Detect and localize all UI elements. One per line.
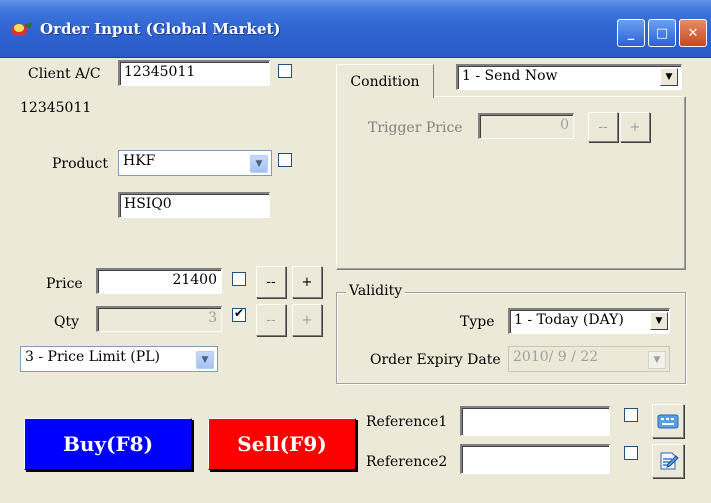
trigger-price-increment-button[interactable]: +	[620, 112, 650, 142]
price-checkbox[interactable]	[232, 272, 246, 286]
client-account-name: 12345011	[20, 100, 92, 116]
validity-type-label: Type	[460, 314, 495, 330]
condition-select[interactable]: 1 - Send Now	[456, 64, 682, 90]
keyboard-icon	[657, 414, 679, 429]
reference2-label: Reference2	[366, 454, 448, 470]
client-account-checkbox[interactable]	[278, 64, 292, 78]
product-code-input[interactable]: HSIQ0	[118, 192, 270, 218]
order-expiry-value: 2010/ 9 / 22	[513, 349, 599, 365]
trigger-price-label: Trigger Price	[368, 120, 463, 136]
price-label: Price	[46, 276, 83, 292]
tab-condition[interactable]: Condition	[336, 64, 434, 98]
tab-condition-label: Condition	[350, 73, 420, 90]
qty-checkbox[interactable]	[232, 306, 246, 322]
reference1-input[interactable]	[460, 406, 610, 436]
maximize-button[interactable]: □	[648, 19, 676, 47]
window-title: Order Input (Global Market)	[40, 20, 281, 38]
notes-button[interactable]	[652, 444, 684, 478]
app-icon	[11, 22, 32, 36]
order-expiry-label: Order Expiry Date	[370, 352, 501, 368]
minimize-icon: _	[627, 25, 635, 41]
validity-type-select[interactable]: 1 - Today (DAY)	[508, 308, 670, 334]
chevron-down-icon[interactable]: ▼	[650, 312, 668, 330]
chevron-down-icon[interactable]: ▼	[648, 351, 666, 369]
close-icon: ✕	[687, 25, 699, 41]
qty-label: Qty	[54, 314, 80, 330]
trigger-price-decrement-button[interactable]: --	[588, 112, 618, 142]
product-label: Product	[52, 156, 108, 172]
trigger-price-input[interactable]: 0	[478, 113, 574, 139]
validity-group-label: Validity	[346, 283, 406, 299]
product-checkbox[interactable]	[278, 153, 292, 167]
product-select-value: HKF	[123, 153, 156, 169]
qty-input[interactable]: 3	[96, 306, 222, 332]
client-account-label: Client A/C	[28, 66, 101, 82]
minimize-button[interactable]: _	[617, 19, 645, 47]
buy-button[interactable]: Buy(F8)	[24, 418, 192, 470]
chevron-down-icon[interactable]: ▼	[660, 68, 678, 86]
product-select[interactable]: HKF	[118, 150, 272, 176]
reference1-label: Reference1	[366, 414, 448, 430]
maximize-icon: □	[655, 25, 669, 41]
chevron-down-icon[interactable]: ▼	[196, 351, 214, 369]
price-increment-button[interactable]: +	[292, 266, 322, 298]
reference1-checkbox[interactable]	[624, 408, 638, 422]
reference2-checkbox[interactable]	[624, 446, 638, 460]
price-input[interactable]: 21400	[96, 268, 222, 294]
order-type-select[interactable]: 3 - Price Limit (PL)	[20, 346, 218, 372]
validity-type-value: 1 - Today (DAY)	[514, 312, 624, 328]
order-type-value: 3 - Price Limit (PL)	[25, 349, 160, 365]
qty-decrement-button[interactable]: --	[256, 304, 286, 336]
keyboard-button[interactable]	[652, 404, 684, 438]
title-bar[interactable]: Order Input (Global Market) _ □ ✕	[0, 0, 711, 58]
reference2-input[interactable]	[460, 444, 610, 474]
close-button[interactable]: ✕	[679, 19, 707, 47]
client-account-input[interactable]: 12345011	[118, 60, 270, 86]
price-decrement-button[interactable]: --	[256, 266, 286, 298]
qty-increment-button[interactable]: +	[292, 304, 322, 336]
chevron-down-icon[interactable]: ▼	[250, 155, 268, 173]
notes-icon	[660, 452, 679, 470]
condition-select-value: 1 - Send Now	[462, 68, 558, 84]
order-expiry-date-picker[interactable]: 2010/ 9 / 22	[508, 346, 670, 372]
sell-button[interactable]: Sell(F9)	[208, 418, 356, 470]
